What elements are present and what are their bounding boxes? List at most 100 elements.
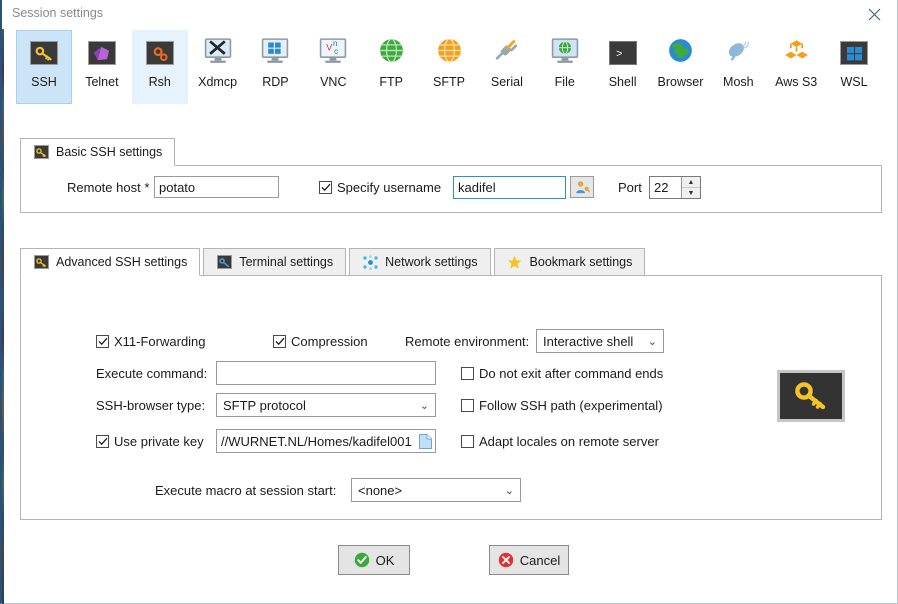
session-type-mosh[interactable]: Mosh xyxy=(710,30,766,104)
session-type-label: SFTP xyxy=(433,75,465,89)
username-picker-button[interactable] xyxy=(570,176,594,198)
file-glyph xyxy=(551,38,579,64)
adapt-locales-label: Adapt locales on remote server xyxy=(479,434,659,449)
terminal-glyph xyxy=(218,257,230,268)
advanced-settings-tabstrip: Advanced SSH settings Terminal settings Ne… xyxy=(20,248,645,276)
svg-text:V: V xyxy=(327,42,333,52)
ok-button[interactable]: OK xyxy=(338,545,410,575)
session-type-label: Xdmcp xyxy=(198,75,237,89)
aws-s3-boxes-icon xyxy=(784,38,809,68)
execute-command-label: Execute command: xyxy=(96,366,207,381)
file-browse-icon xyxy=(419,434,432,449)
ssh-key-icon xyxy=(30,41,58,65)
port-input[interactable] xyxy=(650,177,681,198)
xdmcp-glyph xyxy=(204,38,232,64)
ssh-browser-type-select[interactable]: SFTP protocol ⌄ xyxy=(216,393,436,417)
file-monitor-icon xyxy=(550,38,580,68)
tab-advanced-ssh-settings[interactable]: Advanced SSH settings xyxy=(20,248,200,276)
checkmark-icon xyxy=(275,337,285,346)
close-button[interactable] xyxy=(852,0,897,28)
tab-label: Basic SSH settings xyxy=(56,145,162,159)
session-type-rdp[interactable]: RDP xyxy=(248,30,304,104)
svg-text:c: c xyxy=(334,46,338,55)
ssh-browser-type-label: SSH-browser type: xyxy=(96,398,205,413)
remote-host-input[interactable] xyxy=(154,176,279,198)
chevron-down-icon: ⌄ xyxy=(505,484,514,497)
session-type-vnc[interactable]: VncVNC xyxy=(305,30,361,104)
specify-username-checkbox[interactable]: Specify username xyxy=(319,180,441,195)
satellite-dish-glyph xyxy=(726,38,751,63)
private-key-badge xyxy=(777,370,845,422)
session-type-browser[interactable]: Browser xyxy=(653,30,709,104)
key-glyph xyxy=(35,46,53,61)
rdp-glyph xyxy=(261,38,289,64)
checkbox-box xyxy=(96,435,109,448)
session-type-aws-s3[interactable]: Aws S3 xyxy=(768,30,824,104)
do-not-exit-label: Do not exit after command ends xyxy=(479,366,663,381)
window-left-edge-strip xyxy=(2,0,4,604)
session-settings-dialog: Session settings SSHTelnetRshXdmcpRDPVnc… xyxy=(0,0,898,604)
ok-label: OK xyxy=(376,553,395,568)
mosh-dish-icon xyxy=(723,38,753,68)
checkmark-icon xyxy=(98,337,108,346)
tab-label: Terminal settings xyxy=(239,255,333,269)
globe-glyph xyxy=(379,38,404,63)
session-type-label: WSL xyxy=(840,75,867,89)
session-type-serial[interactable]: Serial xyxy=(479,30,535,104)
x11-forwarding-checkbox[interactable]: X11-Forwarding xyxy=(96,334,206,349)
session-type-label: Aws S3 xyxy=(775,75,817,89)
private-key-browse-button[interactable] xyxy=(416,434,435,449)
check-circle-icon xyxy=(354,552,370,568)
session-type-label: SSH xyxy=(31,75,57,89)
browser-globe-icon xyxy=(668,38,693,68)
session-type-ftp[interactable]: FTP xyxy=(363,30,419,104)
session-type-label: Telnet xyxy=(85,75,118,89)
xdmcp-x-icon xyxy=(203,38,233,68)
session-type-telnet[interactable]: Telnet xyxy=(74,30,130,104)
session-type-xdmcp[interactable]: Xdmcp xyxy=(190,30,246,104)
sftp-globe-icon xyxy=(434,38,464,68)
tab-basic-ssh-settings[interactable]: Basic SSH settings xyxy=(20,138,175,166)
session-type-wsl[interactable]: WSL xyxy=(826,30,882,104)
use-private-key-checkbox[interactable]: Use private key xyxy=(96,434,204,449)
port-spinner-up[interactable]: ▲ xyxy=(682,177,700,188)
session-type-label: RDP xyxy=(262,75,288,89)
remote-environment-select[interactable]: Interactive shell ⌄ xyxy=(536,329,664,353)
basic-ssh-settings-panel: Remote host * Specify username Port ▲ xyxy=(20,165,882,213)
chevron-down-icon: ⌄ xyxy=(648,335,657,348)
private-key-path-input[interactable] xyxy=(217,430,416,452)
session-type-sftp[interactable]: SFTP xyxy=(421,30,477,104)
tab-network-settings[interactable]: Network settings xyxy=(349,248,490,276)
ftp-globe-icon xyxy=(376,38,406,68)
session-type-shell[interactable]: >Shell xyxy=(595,30,651,104)
rsh-gears-icon xyxy=(145,38,175,68)
session-type-rsh[interactable]: Rsh xyxy=(132,30,188,104)
compression-checkbox[interactable]: Compression xyxy=(273,334,368,349)
execute-macro-select[interactable]: <none> ⌄ xyxy=(351,478,521,502)
private-key-path-field[interactable] xyxy=(216,429,436,453)
tab-bookmark-settings[interactable]: Bookmark settings xyxy=(494,248,646,276)
tab-label: Advanced SSH settings xyxy=(56,255,187,269)
session-type-ssh[interactable]: SSH xyxy=(16,30,72,104)
username-input[interactable] xyxy=(453,176,566,199)
ssh-key-icon xyxy=(33,145,49,160)
execute-command-input[interactable] xyxy=(216,361,436,385)
cancel-button[interactable]: Cancel xyxy=(489,545,569,575)
session-type-label: FTP xyxy=(379,75,403,89)
specify-username-label: Specify username xyxy=(337,180,441,195)
session-type-file[interactable]: File xyxy=(537,30,593,104)
checkbox-box xyxy=(461,367,474,380)
serial-plug-icon xyxy=(494,38,519,68)
star-icon xyxy=(507,255,523,270)
port-spinner[interactable]: ▲ ▼ xyxy=(681,177,700,198)
tab-label: Network settings xyxy=(385,255,477,269)
follow-ssh-path-checkbox[interactable]: Follow SSH path (experimental) xyxy=(461,398,663,413)
remote-host-label: Remote host * xyxy=(67,180,149,195)
port-spinner-down[interactable]: ▼ xyxy=(682,188,700,198)
tab-terminal-settings[interactable]: Terminal settings xyxy=(203,248,346,276)
adapt-locales-checkbox[interactable]: Adapt locales on remote server xyxy=(461,434,659,449)
session-type-label: Browser xyxy=(658,75,704,89)
do-not-exit-checkbox[interactable]: Do not exit after command ends xyxy=(461,366,663,381)
checkmark-icon xyxy=(321,183,331,192)
port-stepper[interactable]: ▲ ▼ xyxy=(649,176,701,199)
